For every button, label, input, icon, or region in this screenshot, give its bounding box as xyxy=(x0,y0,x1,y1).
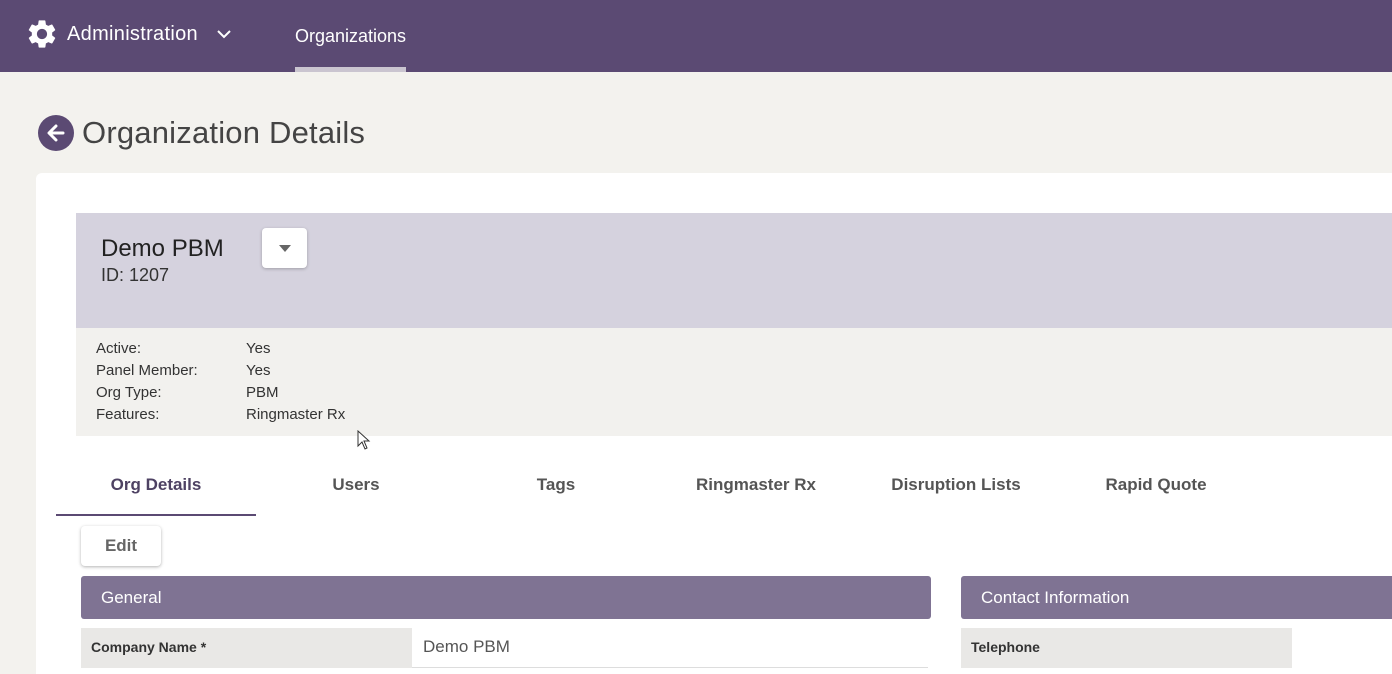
org-id: ID: 1207 xyxy=(101,265,170,285)
section-contact-header: Contact Information xyxy=(961,576,1392,619)
org-summary: Active: Yes Panel Member: Yes Org Type: PBM… xyxy=(76,328,1392,436)
org-name: Demo PBM xyxy=(101,235,224,262)
tab-rapid-quote[interactable]: Rapid Quote xyxy=(1056,463,1256,516)
back-button[interactable] xyxy=(38,115,74,151)
info-label: Panel Member: xyxy=(96,362,198,379)
info-value: PBM xyxy=(246,384,279,401)
info-value: Yes xyxy=(246,340,271,357)
details-card: Demo PBM ID: 1207 Active: Yes Panel Membe… xyxy=(36,173,1392,674)
caret-down-icon xyxy=(278,244,291,252)
info-label: Features: xyxy=(96,406,160,423)
info-label: Active: xyxy=(96,340,142,357)
info-row-org-type: Org Type: PBM xyxy=(96,382,279,404)
gear-icon xyxy=(28,20,56,48)
edit-button[interactable]: Edit xyxy=(81,526,161,566)
mouse-pointer-icon xyxy=(357,430,371,450)
org-actions-dropdown[interactable] xyxy=(262,228,307,268)
chevron-down-icon xyxy=(217,30,231,39)
company-name-label: Company Name * xyxy=(81,628,412,668)
tab-disruption-lists[interactable]: Disruption Lists xyxy=(856,463,1056,516)
telephone-label: Telephone xyxy=(961,628,1292,668)
info-row-panel-member: Panel Member: Yes xyxy=(96,360,270,382)
section-general-header: General xyxy=(81,576,931,619)
page-header: Organization Details xyxy=(38,115,365,151)
info-label: Org Type: xyxy=(96,384,162,401)
active-tab-indicator xyxy=(295,67,407,72)
top-navigation-bar: Administration Organizations xyxy=(0,0,1392,72)
tab-users[interactable]: Users xyxy=(256,463,456,516)
nav-tab-organizations[interactable]: Organizations xyxy=(295,0,407,72)
tab-org-details[interactable]: Org Details xyxy=(56,463,256,516)
org-header: Demo PBM ID: 1207 xyxy=(76,213,1392,328)
telephone-value[interactable] xyxy=(1292,628,1392,668)
tab-ringmaster-rx[interactable]: Ringmaster Rx xyxy=(656,463,856,516)
info-value: Ringmaster Rx xyxy=(246,406,346,423)
company-name-value[interactable]: Demo PBM xyxy=(412,628,928,668)
admin-menu[interactable]: Administration xyxy=(25,17,232,51)
info-row-active: Active: Yes xyxy=(96,338,270,360)
app-title: Administration xyxy=(67,22,198,45)
info-row-features: Features: Ringmaster Rx xyxy=(96,404,345,426)
info-value: Yes xyxy=(246,362,271,379)
page-title: Organization Details xyxy=(82,115,366,150)
tab-tags[interactable]: Tags xyxy=(456,463,656,516)
arrow-left-icon xyxy=(47,124,65,142)
nav-tab-label: Organizations xyxy=(295,26,407,46)
